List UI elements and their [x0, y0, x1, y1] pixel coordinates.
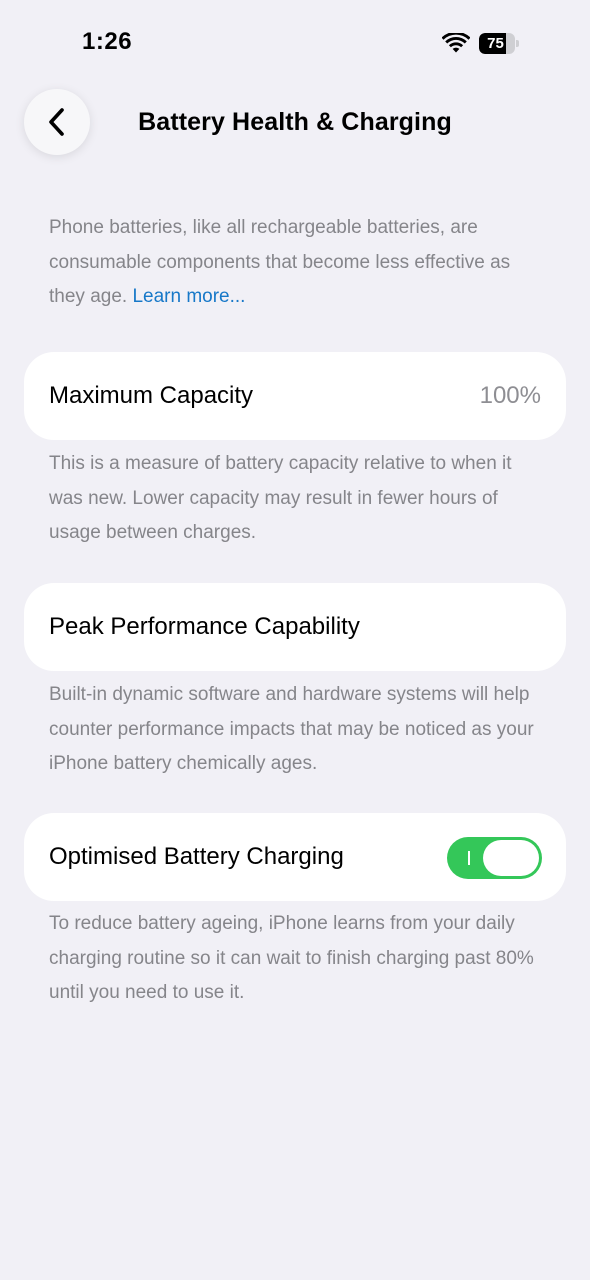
maximum-capacity-label: Maximum Capacity: [49, 382, 254, 409]
battery-icon: 75: [479, 33, 519, 54]
intro-body: Phone batteries, like all rechargeable b…: [49, 217, 511, 307]
maximum-capacity-row: Maximum Capacity 100%: [24, 352, 566, 440]
peak-performance-label: Peak Performance Capability: [49, 613, 360, 640]
wifi-icon: [442, 33, 470, 53]
learn-more-link[interactable]: Learn more...: [132, 286, 245, 307]
battery-health-screen: 1:26 75 Battery Health & Charging Phone …: [0, 0, 590, 1280]
status-bar: 1:26 75: [0, 0, 590, 88]
battery-level: 75: [487, 35, 504, 52]
status-time: 1:26: [82, 28, 133, 55]
peak-performance-row[interactable]: Peak Performance Capability: [24, 583, 566, 671]
peak-performance-footnote: Built-in dynamic software and hardware s…: [49, 684, 534, 774]
optimised-charging-label: Optimised Battery Charging: [49, 843, 344, 870]
battery-body: 75: [479, 33, 515, 54]
battery-cap: [516, 40, 519, 47]
toggle-knob: [483, 840, 539, 876]
page-title: Battery Health & Charging: [138, 108, 452, 136]
optimised-charging-toggle[interactable]: [447, 837, 542, 879]
toggle-on-indicator: [468, 851, 470, 865]
optimised-charging-row: Optimised Battery Charging: [24, 813, 566, 901]
maximum-capacity-footnote: This is a measure of battery capacity re…: [49, 453, 512, 543]
optimised-charging-footnote: To reduce battery ageing, iPhone learns …: [49, 913, 534, 1003]
intro-text: Phone batteries, like all rechargeable b…: [49, 211, 549, 315]
maximum-capacity-value: 100%: [479, 382, 541, 409]
